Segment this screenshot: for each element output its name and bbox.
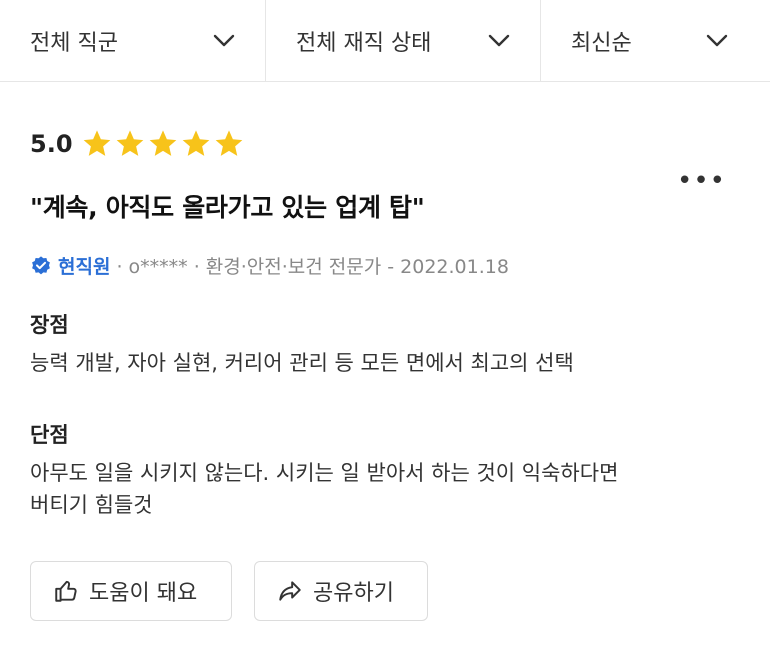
cons-text: 아무도 일을 시키지 않는다. 시키는 일 받아서 하는 것이 익숙하다면 버티… [30, 457, 740, 521]
review-actions: 도움이 돼요 공유하기 [30, 561, 740, 621]
rating-score: 5.0 [30, 130, 73, 158]
pros-text: 능력 개발, 자아 실현, 커리어 관리 등 모든 면에서 최고의 선택 [30, 351, 574, 375]
star-icon [149, 130, 176, 156]
status-filter-label: 전체 재직 상태 [296, 30, 432, 56]
star-icon [182, 130, 209, 156]
more-icon[interactable]: ••• [677, 168, 726, 194]
pros-heading: 장점 [30, 313, 69, 337]
sort-dropdown[interactable]: 최신순 [541, 0, 770, 81]
share-button[interactable]: 공유하기 [254, 561, 428, 621]
review-meta: 현직원 · o***** · 환경·안전·보건 전문가 - 2022.01.18 [30, 252, 740, 279]
thumbs-up-icon [55, 580, 77, 602]
job-filter-label: 전체 직군 [30, 30, 118, 56]
status-filter-dropdown[interactable]: 전체 재직 상태 [266, 0, 541, 81]
cons-heading: 단점 [30, 423, 69, 447]
chevron-down-icon [213, 34, 235, 48]
sort-label: 최신순 [571, 30, 632, 56]
chevron-down-icon [706, 34, 728, 48]
star-icon [116, 130, 143, 156]
review-title: "계속, 아직도 올라가고 있는 업계 탑" [30, 193, 425, 222]
filter-bar: 전체 직군 전체 재직 상태 최신순 [0, 0, 770, 82]
employee-badge-label: 현직원 [58, 256, 111, 278]
chevron-down-icon [488, 34, 510, 48]
rating-row: 5.0 [30, 124, 740, 164]
helpful-button-label: 도움이 돼요 [89, 581, 198, 606]
share-icon [279, 581, 301, 601]
star-icon [215, 130, 242, 156]
review-meta-text: · o***** · 환경·안전·보건 전문가 - 2022.01.18 [116, 256, 509, 278]
star-icon [83, 130, 110, 156]
star-rating [81, 128, 245, 160]
cons-text-line: 버티기 힘들것 [30, 493, 153, 517]
cons-text-line: 아무도 일을 시키지 않는다. 시키는 일 받아서 하는 것이 익숙하다면 [30, 461, 619, 485]
helpful-button[interactable]: 도움이 돼요 [30, 561, 232, 621]
review-card: 5.0 ••• "계속, 아직도 올라가고 있는 업계 탑" 현직원 · o**… [0, 124, 770, 621]
job-filter-dropdown[interactable]: 전체 직군 [0, 0, 266, 81]
share-button-label: 공유하기 [313, 581, 394, 606]
verified-badge-icon [32, 255, 50, 274]
